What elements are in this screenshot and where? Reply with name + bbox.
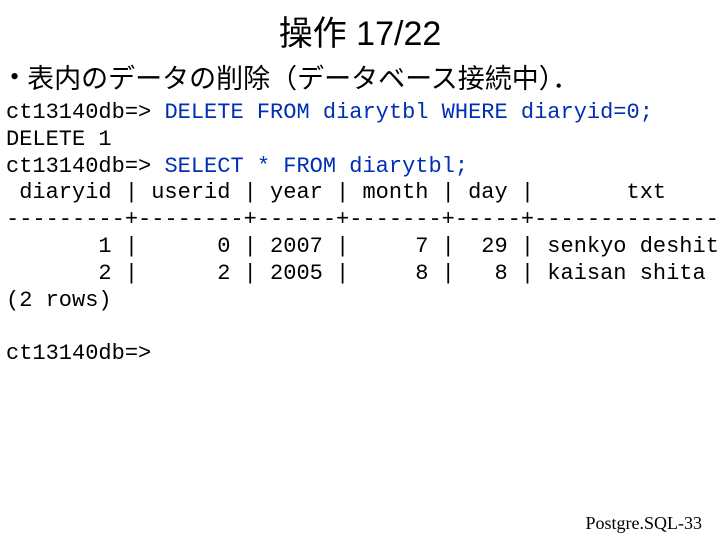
bullet-item: • 表内のデータの削除（データベース接続中）． <box>10 57 720 96</box>
page-title: 操作 17/22 <box>0 6 720 55</box>
sql-command: SELECT * FROM diarytbl; <box>164 154 468 179</box>
prompt: ct13140db=> <box>6 341 151 366</box>
bullet-text: 表内のデータの削除（データベース接続中）． <box>27 57 579 96</box>
terminal-output: ct13140db=> DELETE FROM diarytbl WHERE d… <box>6 100 720 368</box>
bullet-icon: • <box>10 62 19 92</box>
output-line: (2 rows) <box>6 288 112 313</box>
prompt: ct13140db=> <box>6 154 164 179</box>
output-line: diaryid | userid | year | month | day | … <box>6 180 666 205</box>
output-line: ---------+--------+------+-------+-----+… <box>6 207 720 232</box>
page-footer: Postgre.SQL-33 <box>586 513 703 534</box>
output-line: 2 | 2 | 2005 | 8 | 8 | kaisan shita <box>6 261 706 286</box>
sql-command: DELETE FROM diarytbl WHERE diaryid=0; <box>164 100 652 125</box>
output-line: 1 | 0 | 2007 | 7 | 29 | senkyo deshita <box>6 234 720 259</box>
output-line: DELETE 1 <box>6 127 112 152</box>
prompt: ct13140db=> <box>6 100 164 125</box>
